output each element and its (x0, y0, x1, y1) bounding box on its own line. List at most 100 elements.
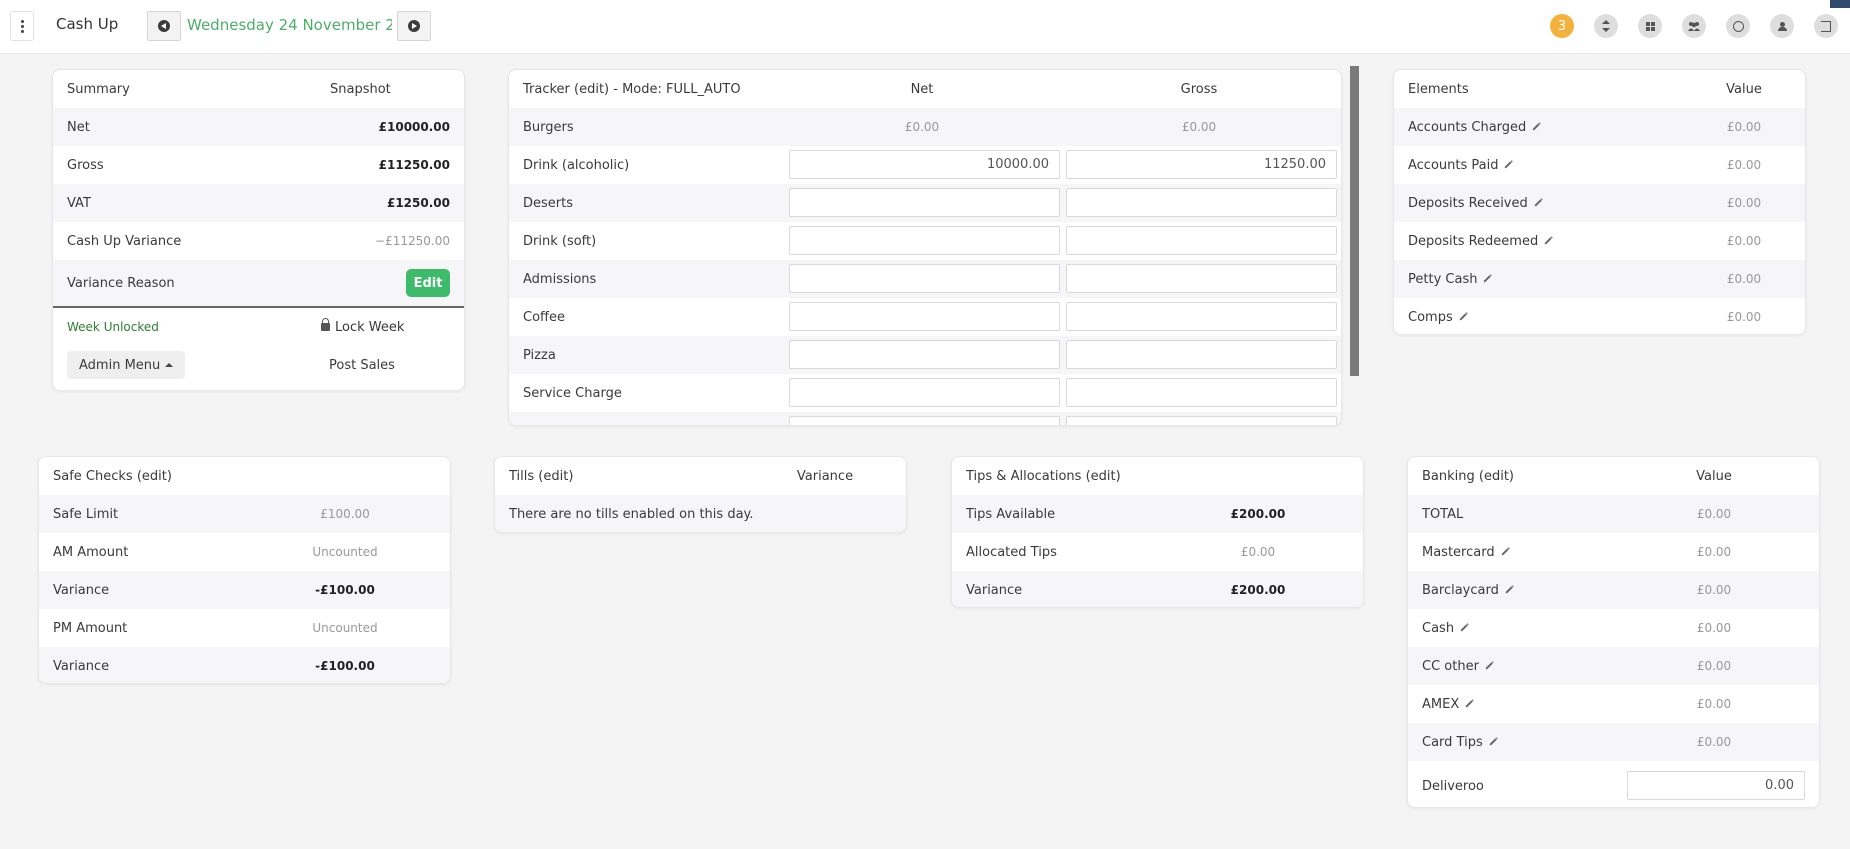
summary-row: Gross £11250.00 (53, 146, 464, 184)
banking-row-value: £0.00 (1696, 735, 1732, 749)
summary-row-label: Gross (67, 157, 104, 173)
menu-button[interactable] (10, 11, 34, 41)
globe-icon[interactable] (1726, 14, 1750, 38)
tracker-gross-input[interactable]: 11250.00 (1066, 150, 1337, 179)
elements-card: Elements Value Accounts Charged £0.00 Acco… (1393, 69, 1806, 335)
users-icon[interactable] (1682, 14, 1706, 38)
banking-row-label[interactable]: Card Tips (1422, 735, 1497, 750)
tracker-header: Tracker (edit) - Mode: FULL_AUTO Net Gro… (509, 70, 1341, 108)
tracker-gross-input[interactable] (1066, 302, 1337, 331)
elements-row-label[interactable]: Petty Cash (1408, 272, 1491, 287)
elements-row-label[interactable]: Deposits Redeemed (1408, 234, 1552, 249)
grid-icon[interactable] (1638, 14, 1662, 38)
summary-row: VAT £1250.00 (53, 184, 464, 222)
elements-row-text: Accounts Charged (1408, 119, 1527, 135)
banking-title[interactable]: Banking (edit) (1422, 469, 1514, 484)
elements-row-label[interactable]: Comps (1408, 310, 1467, 325)
pencil-icon[interactable] (1544, 237, 1552, 245)
pencil-icon[interactable] (1459, 313, 1467, 321)
banking-row-label[interactable]: Mastercard (1422, 545, 1509, 560)
admin-menu-button[interactable]: Admin Menu (67, 351, 186, 379)
banking-card: Banking (edit) Value TOTAL £0.00 Masterc… (1407, 456, 1820, 808)
tracker-net-input[interactable] (789, 264, 1060, 293)
corner-indicator (1830, 0, 1850, 8)
safe-check-value: £100.00 (320, 507, 370, 521)
summary-row-label: Cash Up Variance (67, 233, 182, 249)
lock-week-button[interactable]: Lock Week (321, 317, 404, 335)
tracker-net-input[interactable] (789, 188, 1060, 217)
tracker-gross-input[interactable] (1066, 188, 1337, 217)
tracker-row: Drink (alcoholic) 10000.00 11250.00 (509, 146, 1341, 184)
tips-row: Tips Available £200.00 (952, 495, 1363, 533)
safe-check-row: AM Amount Uncounted (39, 533, 450, 571)
tills-title[interactable]: Tills (edit) (509, 469, 573, 484)
tracker-net-input[interactable] (789, 340, 1060, 369)
elements-row: Deposits Received £0.00 (1394, 184, 1805, 222)
tracker-gross-input[interactable] (1066, 226, 1337, 255)
previous-day-button[interactable] (147, 11, 181, 41)
pencil-icon[interactable] (1534, 199, 1542, 207)
current-date[interactable]: Wednesday 24 November 2021 (187, 16, 392, 36)
summary-row-value: £10000.00 (378, 120, 450, 134)
tracker-net-input[interactable] (789, 416, 1060, 425)
pencil-icon[interactable] (1505, 586, 1513, 594)
lock-icon (321, 317, 330, 331)
elements-row: Accounts Charged £0.00 (1394, 108, 1805, 146)
tracker-net-input[interactable]: 10000.00 (789, 150, 1060, 179)
elements-row-text: Comps (1408, 309, 1453, 325)
banking-row-label[interactable]: Cash (1422, 621, 1468, 636)
tracker-row: Admissions (509, 260, 1341, 298)
user-icon[interactable] (1770, 14, 1794, 38)
post-sales-link[interactable]: Post Sales (329, 358, 395, 373)
tracker-net-value: £0.00 (904, 120, 940, 134)
tracker-gross-input[interactable] (1066, 378, 1337, 407)
arrow-left-circle-icon (158, 20, 170, 32)
next-day-button[interactable] (397, 11, 431, 41)
pencil-icon[interactable] (1460, 624, 1468, 632)
banking-row-label[interactable]: AMEX (1422, 697, 1473, 712)
pencil-icon[interactable] (1504, 161, 1513, 169)
tracker-title[interactable]: Tracker (edit) - Mode: FULL_AUTO (523, 82, 741, 97)
banking-header: Banking (edit) Value (1408, 457, 1819, 495)
pencil-icon[interactable] (1483, 275, 1491, 283)
pencil-icon[interactable] (1489, 738, 1497, 746)
tracker-gross-input[interactable] (1066, 416, 1337, 425)
safe-rows: Safe Limit £100.00 AM Amount Uncounted Varia… (39, 495, 450, 683)
banking-row-label[interactable]: CC other (1422, 659, 1493, 674)
tracker-rows: Drink (alcoholic) 10000.00 11250.00 Deserts… (509, 146, 1341, 426)
tracker-net-input[interactable] (789, 302, 1060, 331)
summary-row: Cash Up Variance −£11250.00 (53, 222, 464, 260)
tracker-gross-input[interactable] (1066, 340, 1337, 369)
safe-checks-title[interactable]: Safe Checks (edit) (53, 469, 172, 484)
tracker-scrollbar[interactable] (1350, 66, 1359, 376)
summary-row-label: Net (67, 119, 90, 135)
tracker-net-input[interactable] (789, 378, 1060, 407)
pencil-icon[interactable] (1485, 662, 1493, 670)
banking-total-row: TOTAL £0.00 (1408, 495, 1819, 533)
elements-row: Deposits Redeemed £0.00 (1394, 222, 1805, 260)
expand-collapse-icon[interactable] (1594, 14, 1618, 38)
edit-variance-button[interactable]: Edit (406, 269, 450, 297)
banking-row: AMEX £0.00 (1408, 685, 1819, 723)
elements-row-label[interactable]: Deposits Received (1408, 196, 1542, 211)
tracker-gross-input[interactable] (1066, 264, 1337, 293)
elements-row-label[interactable]: Accounts Charged (1408, 120, 1540, 135)
tracker-row-label: Roast Dinner (523, 424, 607, 426)
tracker-gross-value: £0.00 (1181, 120, 1217, 134)
tracker-row: Roast Dinner (509, 412, 1341, 426)
logout-icon[interactable] (1814, 14, 1838, 38)
pencil-icon[interactable] (1465, 700, 1473, 708)
pencil-icon[interactable] (1532, 123, 1540, 131)
banking-row-label[interactable]: Barclaycard (1422, 583, 1513, 598)
elements-row: Accounts Paid £0.00 (1394, 146, 1805, 184)
pencil-icon[interactable] (1501, 548, 1509, 556)
deliveroo-input[interactable]: 0.00 (1627, 771, 1805, 800)
elements-row-value: £0.00 (1726, 272, 1762, 286)
tips-title[interactable]: Tips & Allocations (edit) (966, 469, 1121, 484)
deliveroo-label: Deliveroo (1422, 778, 1484, 794)
elements-row-label[interactable]: Accounts Paid (1408, 158, 1513, 173)
tracker-row: Coffee (509, 298, 1341, 336)
elements-row-value: £0.00 (1726, 120, 1762, 134)
tracker-net-input[interactable] (789, 226, 1060, 255)
notification-badge[interactable]: 3 (1550, 14, 1574, 38)
